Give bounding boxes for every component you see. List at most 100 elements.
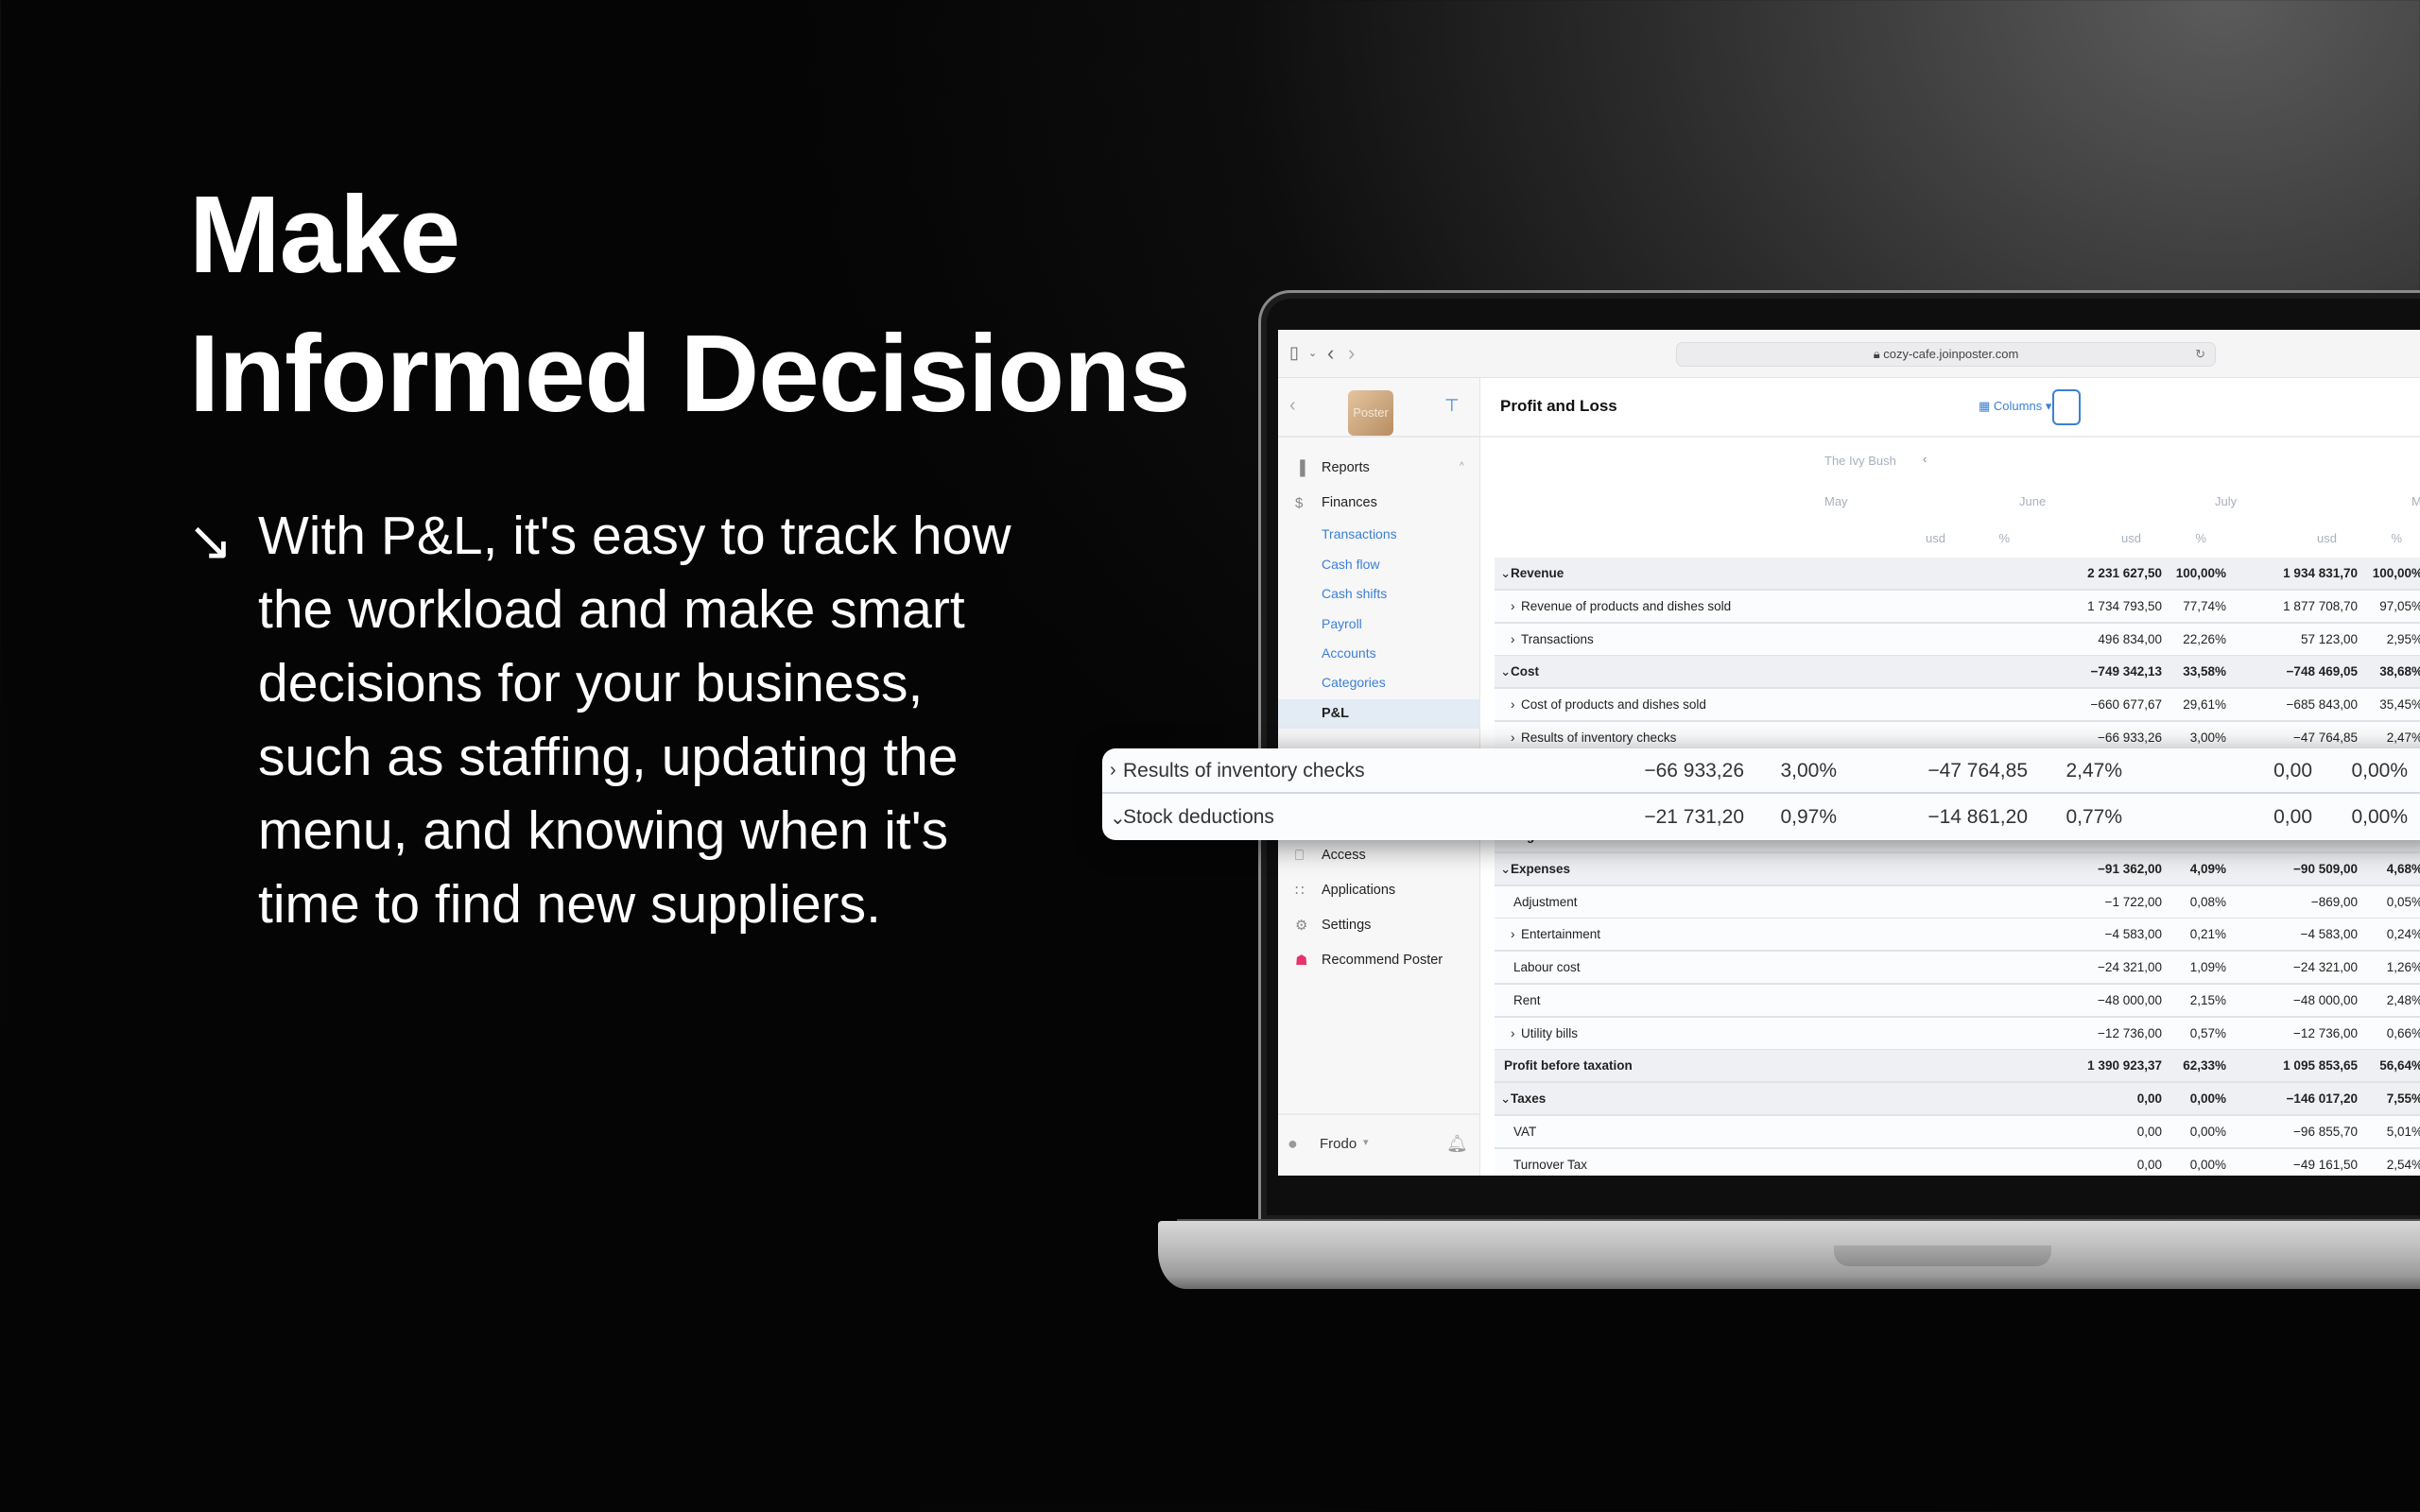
- hero-title-line: Informed Decisions: [189, 312, 1190, 435]
- row-value: 97,05%: [2379, 598, 2420, 613]
- page-header: Profit and Loss ▦ Columns ▾: [1480, 378, 2420, 438]
- sidebar-subitem[interactable]: Transactions: [1278, 520, 1480, 549]
- sidebar-item-label: Recommend Poster: [1322, 953, 1443, 968]
- chevron-up-icon[interactable]: ^: [1460, 461, 1464, 472]
- forward-icon[interactable]: ›: [1348, 341, 1355, 366]
- sidebar-item-label: Settings: [1322, 918, 1372, 933]
- row-value: 2,95%: [2386, 631, 2420, 646]
- table-row[interactable]: ⌄Expenses−91 362,004,09%−90 509,004,68%0…: [1495, 852, 2420, 886]
- arrow-down-right-icon: ↘: [187, 510, 233, 572]
- table-row: Labour cost −24 321,00 1,09% −24 321,00 1,26…: [1495, 952, 2420, 985]
- sidebar-item-finances[interactable]: $ Finances: [1278, 489, 1480, 518]
- chevron-down-icon[interactable]: ⌄: [1500, 1091, 1511, 1107]
- chevron-right-icon[interactable]: ›: [1511, 697, 1515, 712]
- row-value: −64 511,60: [2402, 1091, 2420, 1106]
- sidebar-item[interactable]: ☗ Recommend Poster: [1278, 946, 1480, 975]
- pos-terminal-icon[interactable]: ⊤: [1444, 396, 1460, 416]
- popup-row[interactable]: ⌄ Stock deductions −21 731,20 0,97% −14 861,…: [1102, 795, 2420, 840]
- sidebar-header: ‹ Poster ⊤: [1278, 378, 1480, 438]
- lock-icon: ⎕: [1295, 848, 1305, 864]
- collapse-icon[interactable]: ‹: [1289, 395, 1296, 417]
- row-value: 1,26%: [2386, 960, 2420, 974]
- sidebar-subitem[interactable]: Cash flow: [1278, 550, 1480, 579]
- row-value: −22 922,40: [2402, 1158, 2420, 1172]
- chevron-right-icon[interactable]: ›: [1511, 927, 1515, 941]
- user-menu[interactable]: ● Frodo ▾ 🔔︎: [1278, 1113, 1480, 1176]
- row-label: Utility bills: [1521, 1025, 1579, 1040]
- columns-button[interactable]: ▦ Columns ▾: [1979, 399, 2051, 414]
- row-value: 0,05%: [2386, 894, 2420, 909]
- row-label: Transactions: [1521, 631, 1594, 646]
- chevron-right-icon[interactable]: ›: [1110, 760, 1116, 782]
- popup-row-value: 0,00%: [2351, 760, 2408, 782]
- row-label: Rent: [1513, 992, 1541, 1007]
- row-value: 56,64%: [2379, 1058, 2420, 1074]
- table-row[interactable]: › Cost of products and dishes sold −660 67…: [1495, 689, 2420, 722]
- row-value: 0,08%: [2189, 894, 2226, 909]
- chevron-down-icon[interactable]: ⌄: [1500, 862, 1511, 877]
- chevron-down-icon[interactable]: ⌄: [1500, 566, 1511, 581]
- chevron-right-icon[interactable]: ›: [1511, 1026, 1515, 1040]
- sidebar-item[interactable]: ⚙ Settings: [1278, 911, 1480, 940]
- month-header: May: [1824, 494, 1848, 508]
- chevron-right-icon[interactable]: ›: [1511, 730, 1515, 745]
- hero-line: menu, and knowing when it's: [258, 800, 949, 861]
- chevron-down-icon[interactable]: ⌄: [1500, 664, 1511, 679]
- url-text: cozy-cafe.joinposter.com: [1883, 347, 2019, 361]
- table-row[interactable]: ⌄Taxes0,000,00%−146 017,207,55%−64 511,6…: [1495, 1083, 2420, 1116]
- avatar: ●: [1288, 1134, 1298, 1153]
- chevron-left-icon[interactable]: ‹: [1923, 452, 1927, 466]
- highlight-popup: › Results of inventory checks −66 933,26 3,…: [1102, 748, 2420, 840]
- establishment-header[interactable]: The Ivy Bush: [1824, 454, 1896, 468]
- row-value: 4,68%: [2386, 861, 2420, 876]
- row-value: 7,55%: [2386, 1091, 2420, 1106]
- back-icon[interactable]: ‹: [1327, 341, 1334, 366]
- unit-header: %: [2391, 531, 2402, 545]
- row-value: 0,00: [2402, 993, 2420, 1007]
- table-row[interactable]: ⌄Cost−749 342,1333,58%−748 469,0538,68%−…: [1495, 656, 2420, 690]
- sidebar-subitem[interactable]: Payroll: [1278, 610, 1480, 639]
- hero-line: such as staffing, updating the: [258, 727, 959, 787]
- bell-icon[interactable]: 🔔︎: [1446, 1134, 1468, 1154]
- popup-row[interactable]: › Results of inventory checks −66 933,26 3,…: [1102, 748, 2420, 794]
- popup-row-value: 0,97%: [1780, 806, 1837, 828]
- table-row[interactable]: › Revenue of products and dishes sold 1 73…: [1495, 590, 2420, 624]
- table-row[interactable]: ⌄ Revenue 2 231 627,50 100,00% 1 934 831,70 1…: [1495, 558, 2420, 591]
- row-value: 3,00%: [2189, 730, 2226, 745]
- hero-line: With P&L, it's easy to track how: [258, 506, 1011, 566]
- reload-icon[interactable]: ↻: [2195, 343, 2205, 366]
- sidebar-item[interactable]: ∷ Applications: [1278, 876, 1480, 905]
- table-row[interactable]: › Entertainment −4 583,00 0,21% −4 583,00 0,2…: [1495, 919, 2420, 953]
- table-row: Adjustment−1 722,000,08%−869,000,05%0,00…: [1495, 885, 2420, 919]
- sidebar-item-label: Applications: [1322, 883, 1396, 898]
- laptop-base: [1158, 1221, 2420, 1289]
- table-row[interactable]: › Transactions 496 834,00 22,26% 57 123,00 2,…: [1495, 623, 2420, 657]
- sidebar-subitem[interactable]: Accounts: [1278, 639, 1480, 668]
- row-value: 0,00%: [2189, 1157, 2226, 1172]
- table-icon: ▦: [1979, 399, 1994, 413]
- hero-line: decisions for your business,: [258, 653, 924, 713]
- url-bar[interactable]: 🔒︎ cozy-cafe.joinposter.com ↻: [1676, 342, 2216, 367]
- gift-icon: ☗: [1295, 953, 1308, 969]
- sidebar-subitem[interactable]: Categories: [1278, 668, 1480, 697]
- export-button[interactable]: [2052, 389, 2081, 425]
- chevron-right-icon[interactable]: ›: [1511, 599, 1515, 613]
- chevron-down-icon[interactable]: ⌄: [1308, 347, 1317, 359]
- sidebar-item-reports[interactable]: ▐ Reports: [1278, 454, 1480, 483]
- row-value: 0,66%: [2386, 1025, 2420, 1040]
- table-row[interactable]: › Utility bills −12 736,00 0,57% −12 736,00 0…: [1495, 1017, 2420, 1051]
- row-label: Revenue: [1511, 566, 1564, 580]
- row-value: 1,09%: [2189, 960, 2226, 974]
- gear-icon: ⚙: [1295, 918, 1308, 934]
- sidebar-toggle-icon[interactable]: ▯: [1289, 343, 1299, 363]
- popup-row-label: Results of inventory checks: [1123, 760, 1365, 782]
- sidebar-item[interactable]: ⎕ Access: [1278, 841, 1480, 870]
- row-value: 0,24%: [2386, 927, 2420, 942]
- month-header: June: [2019, 494, 2047, 508]
- row-value: 2,54%: [2386, 1157, 2420, 1172]
- chevron-right-icon[interactable]: ›: [1511, 632, 1515, 646]
- sidebar-subitem[interactable]: Cash shifts: [1278, 579, 1480, 609]
- row-value: 38,68%: [2379, 664, 2420, 679]
- row-value: −41 589,20: [2402, 1125, 2420, 1139]
- sidebar-subitem[interactable]: P&L: [1278, 699, 1480, 729]
